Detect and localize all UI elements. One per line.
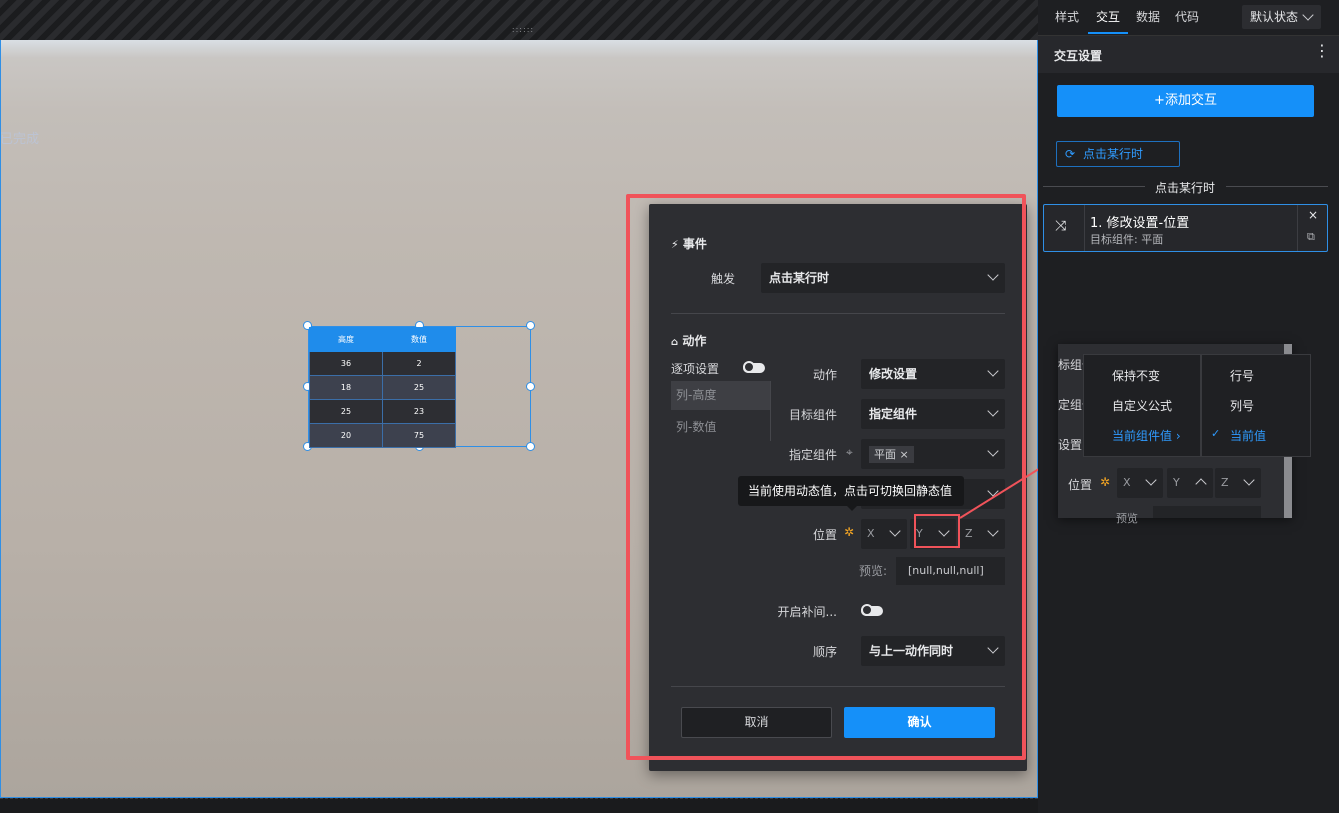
table-cell: 20	[309, 423, 383, 448]
panel-title: 交互设置	[1054, 49, 1103, 63]
chevron-down-icon	[1302, 9, 1314, 21]
branch-icon: ⤨	[1055, 218, 1067, 234]
value-submenu: 行号 列号 ✓ 当前值	[1201, 354, 1311, 457]
close-icon[interactable]: ×	[1308, 208, 1318, 222]
highlight-box-small	[914, 514, 960, 548]
tab-data[interactable]: 数据	[1136, 0, 1160, 34]
table-row[interactable]: 18 25	[309, 375, 456, 400]
preview-label: 预览	[1116, 512, 1138, 525]
status-text: 已完成	[0, 132, 40, 147]
panel-header: 交互设置 ⋮	[1038, 35, 1339, 73]
table-row[interactable]: 25 23	[309, 399, 456, 424]
table-row[interactable]: 20 75	[309, 423, 456, 448]
partial-label: 设置	[1058, 438, 1083, 452]
canvas-bottom-ruler	[0, 798, 1038, 813]
data-table[interactable]: 高度 数值 36 2 18 25 25 23 20 75	[309, 327, 456, 448]
copy-icon[interactable]: ⧉	[1307, 230, 1315, 244]
more-icon[interactable]: ⋮	[1314, 43, 1330, 59]
chevron-down-icon	[1243, 474, 1255, 486]
y-select: Y	[1167, 468, 1213, 498]
divider	[1043, 186, 1145, 187]
tab-interaction[interactable]: 交互	[1088, 0, 1128, 34]
canvas-top-ruler	[0, 0, 1038, 40]
resize-handle[interactable]	[526, 442, 535, 451]
chevron-up-icon	[1195, 478, 1207, 490]
z-select: Z	[1215, 468, 1261, 498]
tab-style[interactable]: 样式	[1055, 0, 1079, 34]
table-cell: 2	[382, 351, 456, 376]
add-interaction-button[interactable]: +添加交互	[1057, 85, 1314, 117]
divider	[1226, 186, 1328, 187]
divider	[1084, 205, 1085, 251]
state-select[interactable]: 默认状态	[1242, 5, 1321, 29]
table-header: 高度	[309, 327, 383, 352]
menu-item[interactable]: 保持不变	[1112, 367, 1160, 384]
drag-grip-icon[interactable]: ::::::	[510, 26, 536, 34]
menu-item[interactable]: 行号	[1230, 367, 1254, 384]
table-cell: 25	[382, 375, 456, 400]
table-cell: 36	[309, 351, 383, 376]
x-select: X	[1117, 468, 1163, 498]
table-cell: 75	[382, 423, 456, 448]
tab-code[interactable]: 代码	[1175, 0, 1199, 34]
table-header: 数值	[382, 327, 456, 352]
event-chip[interactable]: ⟳ 点击某行时	[1056, 141, 1180, 167]
chevron-down-icon	[1145, 474, 1157, 486]
action-card-title: 1. 修改设置-位置	[1090, 216, 1190, 231]
cursor-click-icon: ⟳	[1065, 147, 1076, 161]
table-row[interactable]: 36 2	[309, 351, 456, 376]
table-cell: 25	[309, 399, 383, 424]
resize-handle[interactable]	[526, 321, 535, 330]
divider	[1297, 205, 1298, 251]
action-card-subtitle: 目标组件: 平面	[1090, 233, 1164, 246]
menu-item[interactable]: 当前值	[1230, 427, 1266, 444]
event-divider-label: 点击某行时	[1155, 181, 1216, 195]
table-cell: 23	[382, 399, 456, 424]
value-source-menu: 保持不变 自定义公式 当前组件值 ›	[1083, 354, 1201, 457]
dynamic-value-icon: ✲	[1100, 475, 1111, 489]
table-cell: 18	[309, 375, 383, 400]
menu-item[interactable]: 当前组件值 ›	[1112, 427, 1181, 444]
chevron-right-icon: ›	[1175, 429, 1181, 443]
menu-item[interactable]: 自定义公式	[1112, 397, 1172, 414]
preview-value	[1153, 506, 1261, 518]
menu-item[interactable]: 列号	[1230, 397, 1254, 414]
check-icon: ✓	[1211, 427, 1221, 440]
action-card[interactable]: ⤨ 1. 修改设置-位置 目标组件: 平面 × ⧉	[1043, 204, 1328, 252]
resize-handle[interactable]	[526, 382, 535, 391]
position-label: 位置	[1068, 478, 1093, 492]
